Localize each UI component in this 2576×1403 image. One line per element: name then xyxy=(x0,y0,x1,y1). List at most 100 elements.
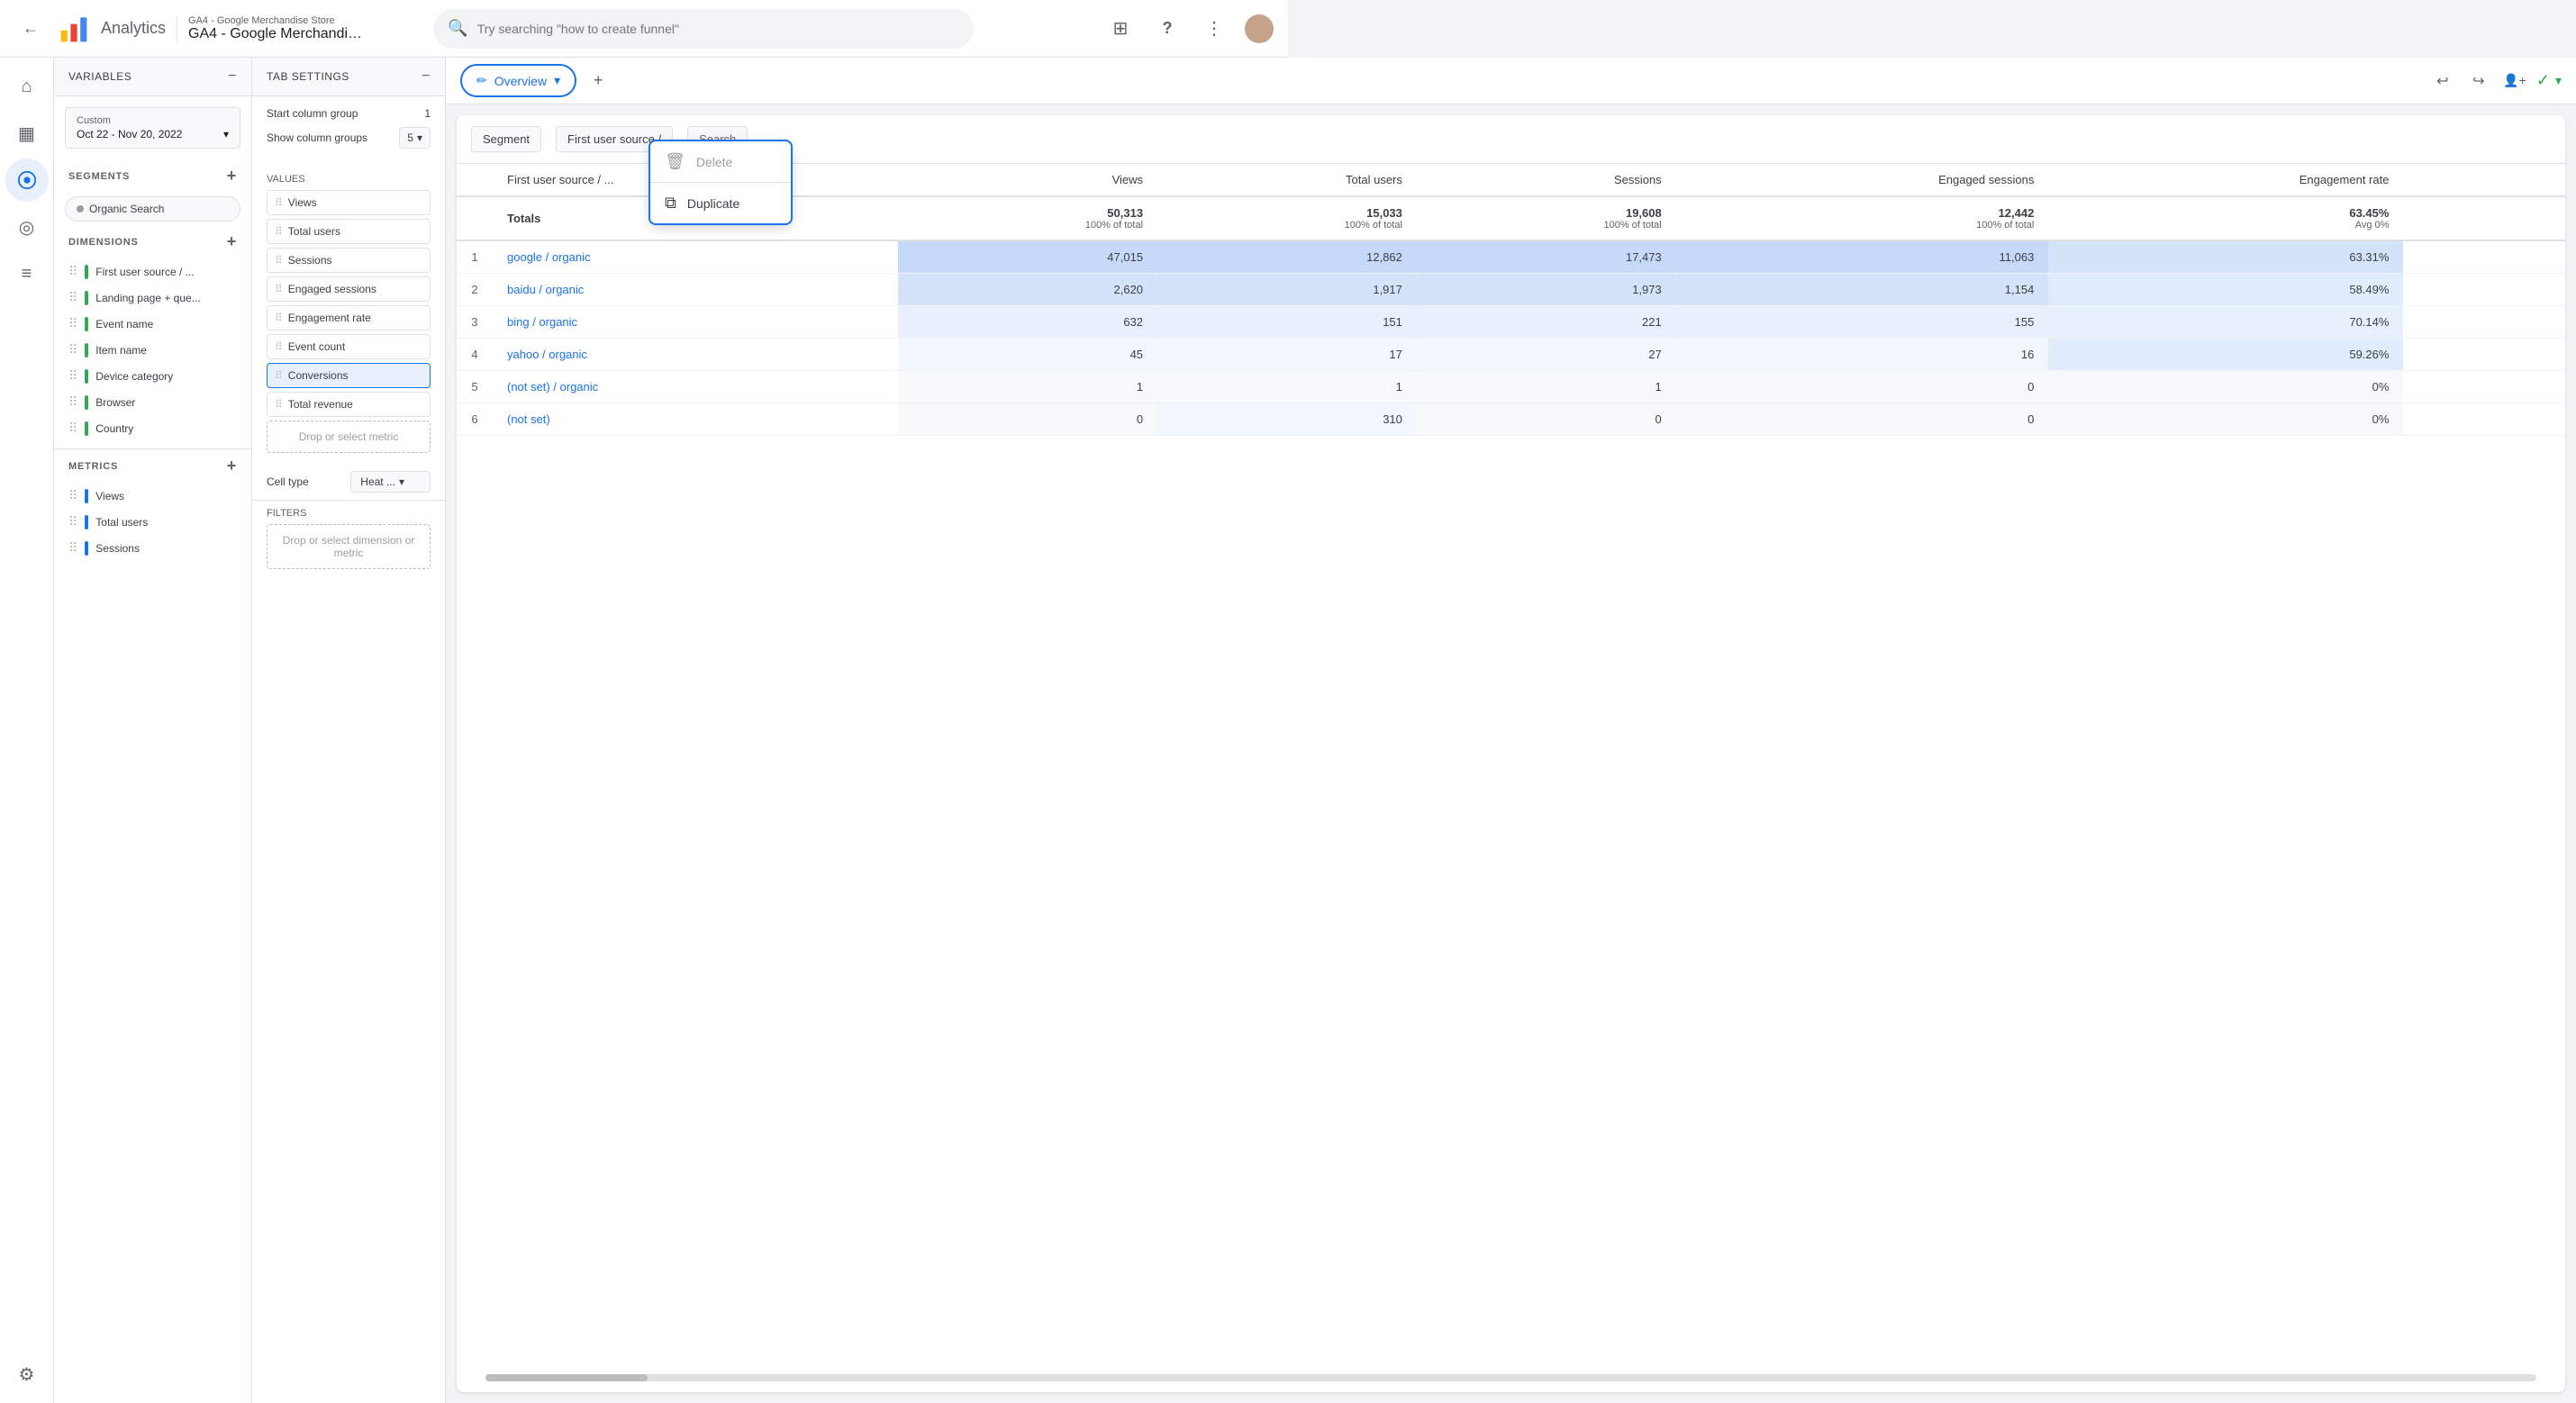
list-item[interactable]: ⠿ Device category xyxy=(54,363,251,389)
back-button[interactable]: ← xyxy=(14,13,47,45)
totals-sessions: 19,608 100% of total xyxy=(1417,196,1676,240)
totals-users: 15,033 100% of total xyxy=(1157,196,1417,240)
list-item[interactable]: ⠿ Engaged sessions xyxy=(267,276,431,302)
save-button[interactable]: ✓ ▾ xyxy=(2536,67,2562,95)
col-views[interactable]: Views xyxy=(898,164,1157,196)
row-rate: 70.14% xyxy=(2048,306,2403,339)
search-input[interactable] xyxy=(477,22,960,36)
value-label: Sessions xyxy=(288,254,332,267)
bar-chart-icon: ▦ xyxy=(18,122,35,145)
dim-label: Device category xyxy=(95,370,173,383)
row-sessions: 1,973 xyxy=(1417,274,1676,306)
col-rate[interactable]: Engagement rate xyxy=(2048,164,2403,196)
row-users: 17 xyxy=(1157,339,1417,371)
metrics-add-button[interactable]: + xyxy=(227,457,237,475)
avatar[interactable] xyxy=(1245,14,1274,43)
row-dim[interactable]: bing / organic xyxy=(493,306,898,339)
redo-button[interactable]: ↪ xyxy=(2464,67,2493,95)
date-selector[interactable]: Custom Oct 22 - Nov 20, 2022 ▾ xyxy=(65,107,240,149)
tab-add-button[interactable]: + xyxy=(584,67,612,95)
segment-chip[interactable]: Segment xyxy=(471,126,541,152)
start-column-value: 1 xyxy=(424,107,431,120)
row-engaged: 1,154 xyxy=(1676,274,2049,306)
nav-home[interactable]: ⌂ xyxy=(5,65,49,108)
show-column-label: Show column groups xyxy=(267,131,367,144)
list-item[interactable]: ⠿ Engagement rate xyxy=(267,305,431,330)
start-column-label: Start column group xyxy=(267,107,358,120)
row-dim[interactable]: yahoo / organic xyxy=(493,339,898,371)
nav-explore[interactable] xyxy=(5,158,49,202)
scrollbar-thumb[interactable] xyxy=(485,1374,648,1381)
list-item[interactable]: ⠿ Total users xyxy=(54,509,251,535)
chevron-down-icon: ▾ xyxy=(554,73,560,88)
help-button[interactable]: ? xyxy=(1151,13,1184,45)
drop-filter-label: Drop or select dimension or metric xyxy=(283,534,415,559)
col-engaged[interactable]: Engaged sessions xyxy=(1676,164,2049,196)
nav-advertising[interactable]: ◎ xyxy=(5,205,49,249)
row-views: 47,015 xyxy=(898,240,1157,274)
filters-label: FILTERS xyxy=(267,508,431,519)
tab-overview[interactable]: ✏ Overview ▾ xyxy=(460,64,576,97)
target-icon: ◎ xyxy=(19,216,34,239)
delete-menu-item[interactable]: 🗑 Delete xyxy=(650,141,791,182)
row-dim[interactable]: (not set) / organic xyxy=(493,371,898,403)
row-extra xyxy=(2403,371,2565,403)
person-add-button[interactable]: 👤+ xyxy=(2500,67,2529,95)
nav-reports[interactable]: ▦ xyxy=(5,112,49,155)
row-dim[interactable]: google / organic xyxy=(493,240,898,274)
search-bar[interactable]: 🔍 xyxy=(433,9,974,49)
drop-metric-zone[interactable]: Drop or select metric xyxy=(267,421,431,453)
list-item[interactable]: ⠿ Views xyxy=(54,483,251,509)
list-item[interactable]: ⠿ Total users xyxy=(267,219,431,244)
row-dim[interactable]: (not set) xyxy=(493,403,898,436)
variables-panel: Variables − Custom Oct 22 - Nov 20, 2022… xyxy=(54,58,252,1403)
grid-icon-button[interactable]: ⊞ xyxy=(1104,13,1137,45)
topbar: ← Analytics GA4 - Google Merchandise Sto… xyxy=(0,0,1288,58)
list-item[interactable]: ⠿ Landing page + que... xyxy=(54,285,251,311)
dim-color-bar xyxy=(85,343,88,358)
list-item[interactable]: ⠿ Conversions xyxy=(267,363,431,388)
totals-num xyxy=(457,196,493,240)
horizontal-scrollbar[interactable] xyxy=(485,1374,2536,1381)
dimensions-add-button[interactable]: + xyxy=(227,232,237,251)
tab-overview-label: Overview xyxy=(494,74,547,88)
list-item[interactable]: ⠿ Country xyxy=(54,415,251,441)
list-item[interactable]: ⠿ Browser xyxy=(54,389,251,415)
list-item[interactable]: ⠿ Views xyxy=(267,190,431,215)
list-item[interactable]: ⠿ Event count xyxy=(267,334,431,359)
list-item[interactable]: ⠿ First user source / ... xyxy=(54,258,251,285)
row-rate: 63.31% xyxy=(2048,240,2403,274)
drop-metric-label: Drop or select metric xyxy=(299,430,399,443)
duplicate-menu-item[interactable]: ⧉ Duplicate xyxy=(650,183,791,223)
tab-settings-collapse-button[interactable]: − xyxy=(422,68,431,85)
cell-type-row: Cell type Heat ... ▾ xyxy=(252,464,445,500)
nav-settings[interactable]: ⚙ xyxy=(5,1353,49,1396)
show-column-select[interactable]: 5 ▾ xyxy=(399,127,431,149)
metric-color-bar xyxy=(85,515,88,530)
variables-collapse-button[interactable]: − xyxy=(228,68,237,85)
segment-chip[interactable]: Organic Search xyxy=(65,196,240,222)
metric-label: Total users xyxy=(95,516,148,529)
list-item[interactable]: ⠿ Total revenue xyxy=(267,392,431,417)
dim-color-bar xyxy=(85,265,88,279)
metrics-section-header: METRICS + xyxy=(54,449,251,483)
list-item[interactable]: ⠿ Sessions xyxy=(267,248,431,273)
list-item[interactable]: ⠿ Sessions xyxy=(54,535,251,561)
report-area: Segment First user source / Search First… xyxy=(457,115,2565,1392)
drop-filter-zone[interactable]: Drop or select dimension or metric xyxy=(267,524,431,569)
row-extra xyxy=(2403,403,2565,436)
nav-configure[interactable]: ≡ xyxy=(5,252,49,295)
col-extra xyxy=(2403,164,2565,196)
segments-add-button[interactable]: + xyxy=(227,167,237,186)
row-dim[interactable]: baidu / organic xyxy=(493,274,898,306)
undo-button[interactable]: ↩ xyxy=(2428,67,2457,95)
col-total-users[interactable]: Total users xyxy=(1157,164,1417,196)
col-sessions[interactable]: Sessions xyxy=(1417,164,1676,196)
list-item[interactable]: ⠿ Event name xyxy=(54,311,251,337)
table-row: 3 bing / organic 632 151 221 155 70.14% xyxy=(457,306,2565,339)
heat-select[interactable]: Heat ... ▾ xyxy=(350,471,431,493)
list-item[interactable]: ⠿ Item name xyxy=(54,337,251,363)
home-icon: ⌂ xyxy=(21,77,32,97)
row-num: 1 xyxy=(457,240,493,274)
more-vert-button[interactable]: ⋮ xyxy=(1198,13,1230,45)
